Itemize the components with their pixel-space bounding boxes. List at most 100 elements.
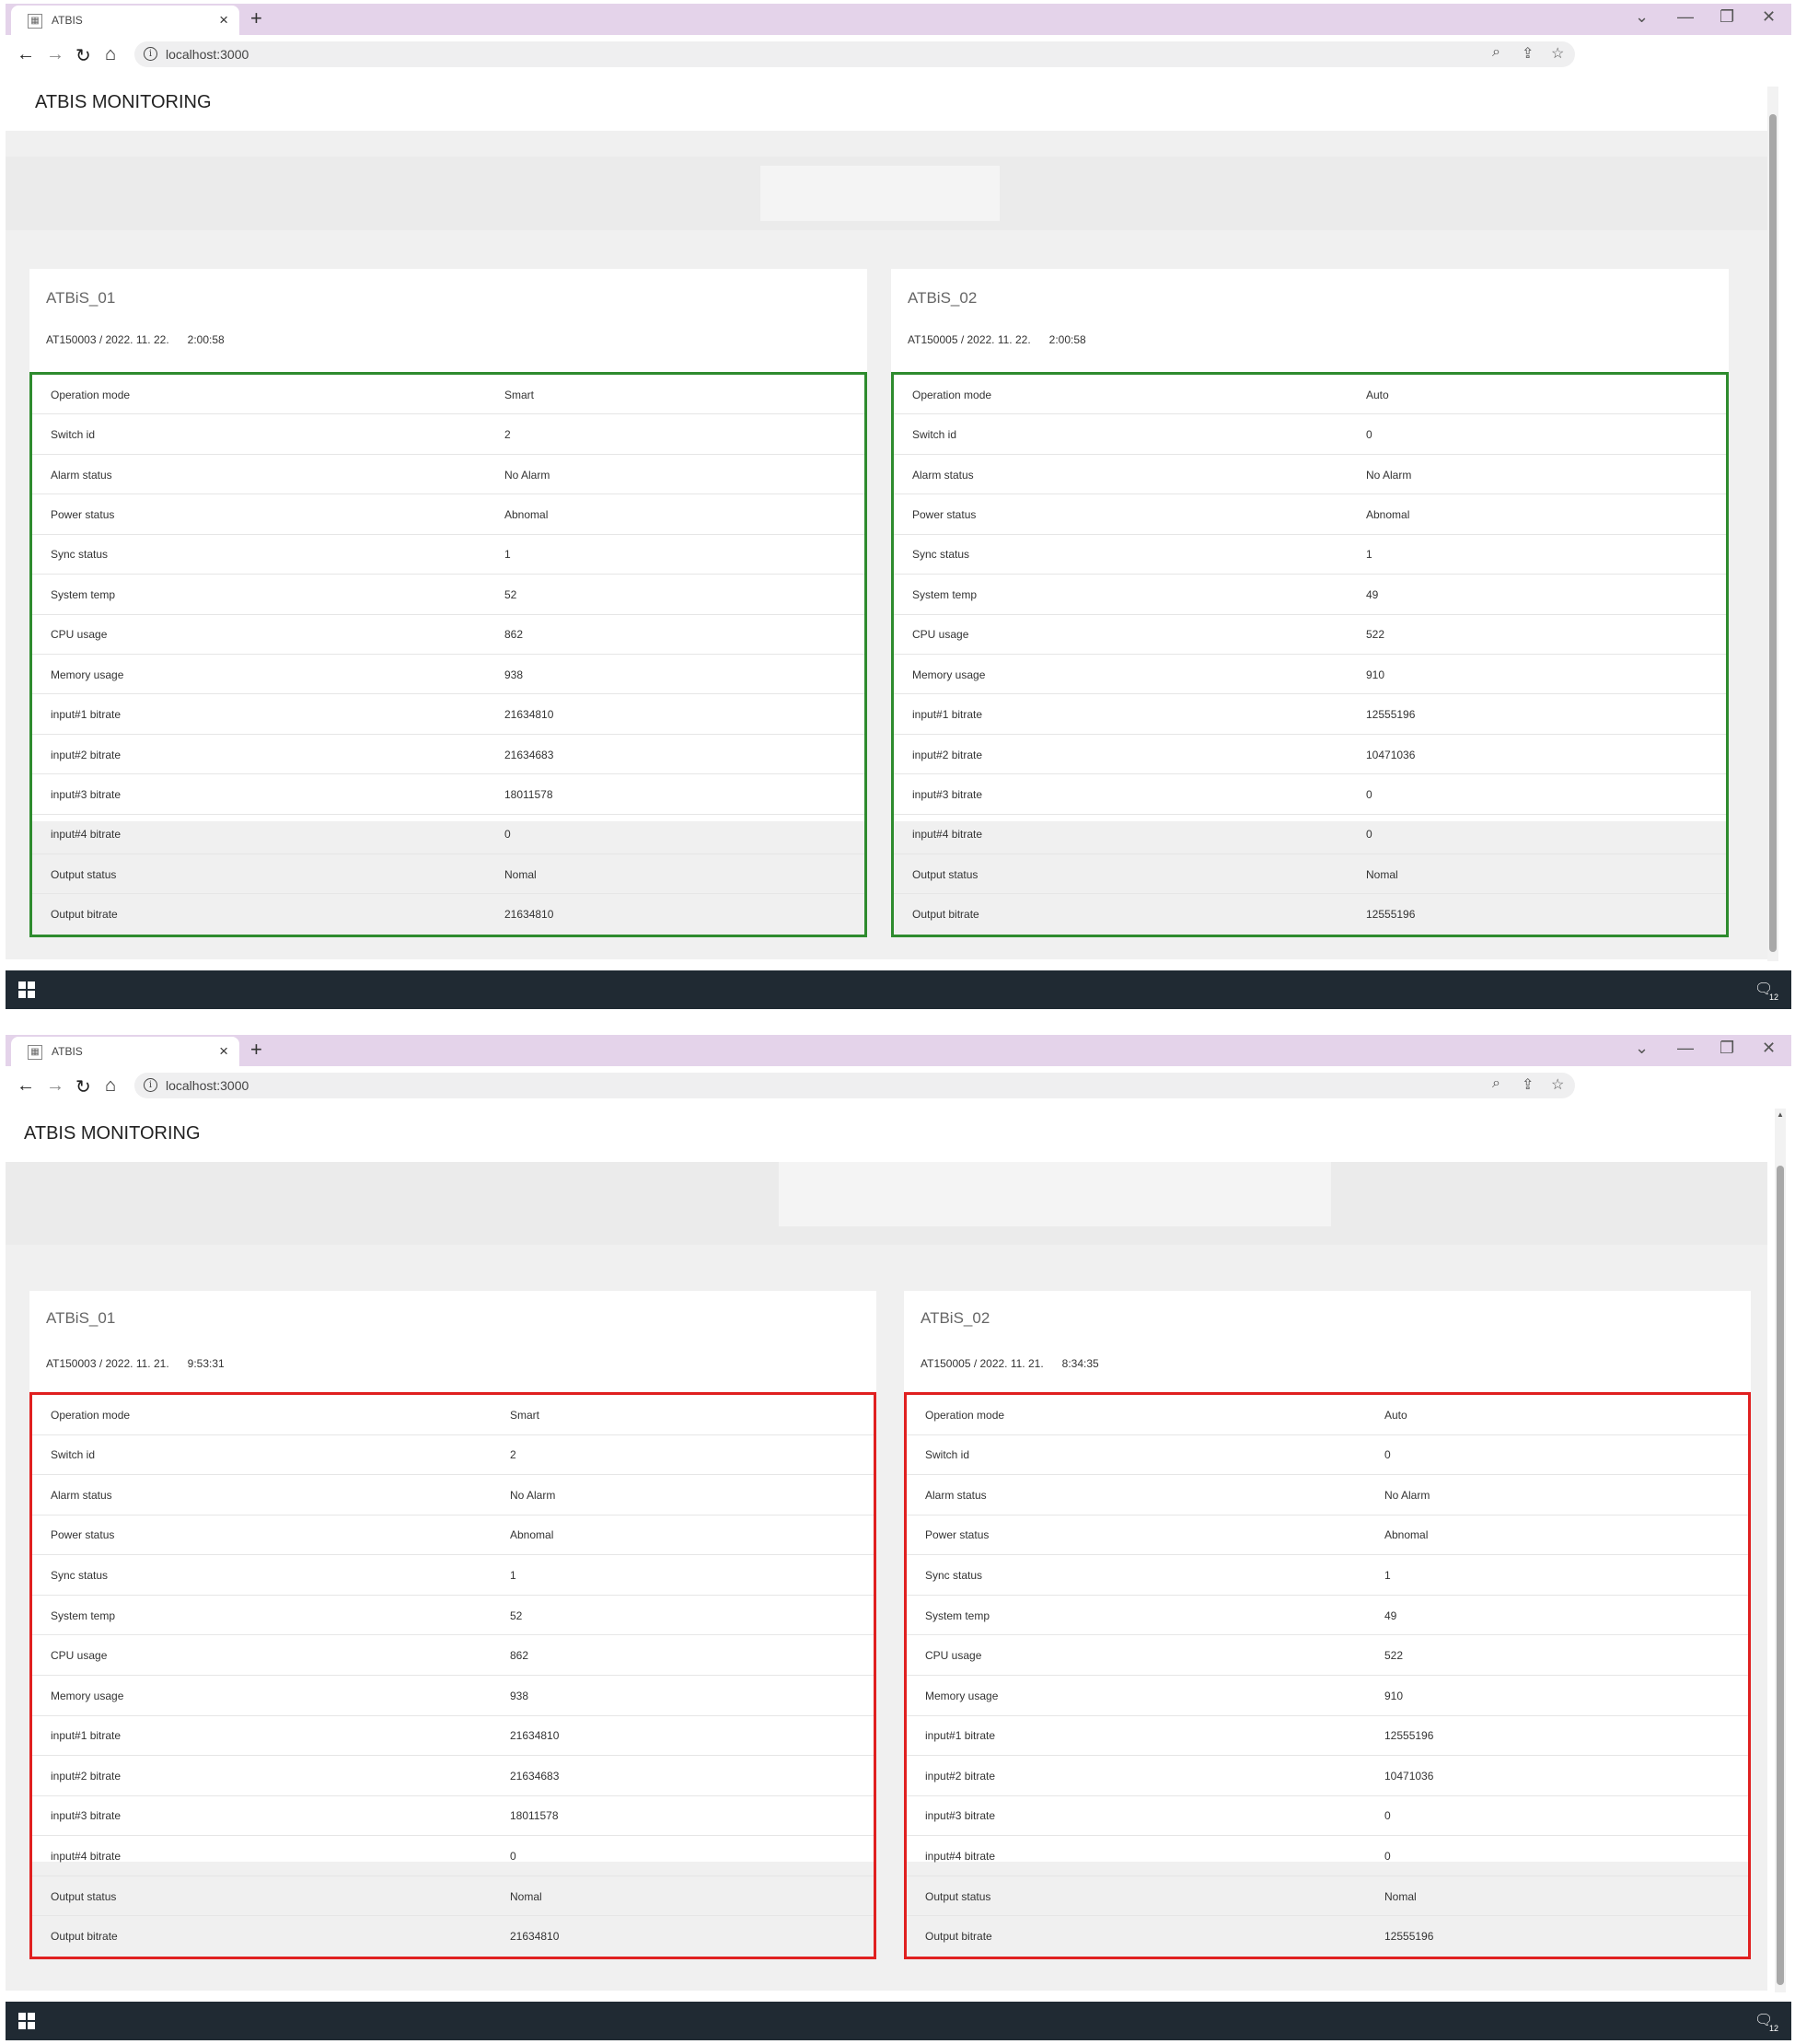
address-bar[interactable]: i localhost:3000 ⌕ ⇪ ☆ — [134, 1073, 1575, 1098]
row-label: Output bitrate — [912, 908, 979, 922]
notification-icon[interactable]: 🗨 12 — [1754, 980, 1778, 1002]
table-row: Operation mode Auto — [907, 1395, 1748, 1435]
restore-button[interactable]: ❐ — [1720, 7, 1734, 27]
page-scrollbar[interactable]: ▲ — [1775, 1109, 1786, 1992]
browser-toolbar: ← → ↻ ⌂ i localhost:3000 ⌕ ⇪ ☆ — [6, 1066, 1791, 1107]
row-value: Smart — [504, 388, 535, 401]
row-value: 12555196 — [1384, 1729, 1434, 1743]
home-button[interactable]: ⌂ — [105, 44, 116, 65]
row-value: 21634683 — [504, 748, 554, 761]
row-label: input#3 bitrate — [51, 1809, 122, 1823]
table-row: Memory usage 938 — [32, 1676, 874, 1716]
forward-button[interactable]: → — [46, 44, 64, 65]
forward-button[interactable]: → — [46, 1075, 64, 1097]
info-icon[interactable]: i — [144, 1078, 157, 1092]
device-subtitle: AT150005 / 2022. 11. 22. 2:00:58 — [908, 333, 1086, 346]
close-tab-icon[interactable]: × — [219, 1042, 228, 1061]
new-tab-button[interactable]: + — [250, 6, 262, 30]
bookmark-star-icon[interactable]: ☆ — [1551, 44, 1564, 63]
table-row: input#4 bitrate 0 — [32, 815, 864, 855]
row-label: Alarm status — [51, 1488, 112, 1502]
tab-search-icon[interactable]: ⌄ — [1635, 7, 1649, 27]
table-row: Operation mode Smart — [32, 375, 864, 415]
row-value: 0 — [504, 828, 511, 842]
row-label: Switch id — [51, 428, 96, 442]
address-bar[interactable]: i localhost:3000 ⌕ ⇪ ☆ — [134, 41, 1575, 67]
row-value: Abnomal — [510, 1528, 554, 1542]
device-subtitle: AT150005 / 2022. 11. 21. 8:34:35 — [921, 1357, 1099, 1370]
url-text[interactable]: localhost:3000 — [166, 1078, 249, 1093]
windows-start-icon[interactable] — [18, 2013, 35, 2029]
banner — [6, 157, 1767, 230]
row-label: System temp — [912, 587, 978, 601]
bookmark-star-icon[interactable]: ☆ — [1551, 1075, 1564, 1094]
row-value: No Alarm — [1366, 468, 1412, 482]
share-icon[interactable]: ⇪ — [1522, 44, 1534, 63]
zoom-icon[interactable]: ⌕ — [1492, 44, 1500, 61]
banner-highlight — [760, 166, 1000, 221]
scroll-up-icon[interactable]: ▲ — [1777, 1110, 1784, 1119]
row-label: Output status — [912, 867, 979, 881]
row-value: 10471036 — [1366, 748, 1416, 761]
row-label: Sync status — [51, 548, 109, 562]
row-value: 1 — [504, 548, 511, 562]
close-window-button[interactable]: ✕ — [1762, 7, 1776, 27]
reload-button[interactable]: ↻ — [75, 44, 91, 67]
row-label: Operation mode — [925, 1408, 1005, 1422]
row-value: Smart — [510, 1408, 540, 1422]
minimize-button[interactable]: — — [1677, 7, 1694, 27]
row-value: 12555196 — [1384, 1930, 1434, 1944]
row-value: 910 — [1384, 1689, 1404, 1702]
browser-tab[interactable]: ▦ ATBIS × — [11, 1037, 239, 1066]
device-subtitle: AT150003 / 2022. 11. 22. 2:00:58 — [46, 333, 225, 346]
browser-toolbar: ← → ↻ ⌂ i localhost:3000 ⌕ ⇪ ☆ — [6, 35, 1791, 75]
new-tab-button[interactable]: + — [250, 1038, 262, 1062]
reload-button[interactable]: ↻ — [75, 1075, 91, 1098]
row-value: 938 — [504, 668, 524, 681]
info-icon[interactable]: i — [144, 47, 157, 61]
page-scrollbar[interactable] — [1767, 87, 1778, 961]
table-row: input#3 bitrate 0 — [894, 774, 1726, 815]
row-label: Alarm status — [912, 468, 974, 482]
screenshot-top: ▦ ATBIS × + ⌄ — ❐ ✕ ← → ↻ ⌂ i localhost:… — [6, 4, 1791, 1009]
row-label: Switch id — [912, 428, 957, 442]
row-value: 0 — [1384, 1849, 1391, 1863]
zoom-icon[interactable]: ⌕ — [1492, 1075, 1500, 1092]
table-row: Output status Nomal — [32, 854, 864, 895]
row-label: Power status — [51, 1528, 115, 1542]
row-label: Memory usage — [925, 1689, 999, 1702]
favicon-icon: ▦ — [28, 1045, 42, 1060]
row-value: 1 — [1366, 548, 1372, 562]
row-value: 21634810 — [504, 708, 554, 722]
close-window-button[interactable]: ✕ — [1762, 1039, 1776, 1058]
dashboard-area: ATBiS_01 AT150003 / 2022. 11. 21. 9:53:3… — [6, 1162, 1767, 1991]
row-label: input#3 bitrate — [51, 787, 122, 801]
row-label: Operation mode — [51, 388, 131, 401]
windows-start-icon[interactable] — [18, 981, 35, 998]
table-row: input#4 bitrate 0 — [894, 815, 1726, 855]
share-icon[interactable]: ⇪ — [1522, 1075, 1534, 1094]
banner — [6, 1162, 1767, 1245]
back-button[interactable]: ← — [17, 44, 35, 65]
close-tab-icon[interactable]: × — [219, 11, 228, 29]
favicon-icon: ▦ — [28, 14, 42, 29]
row-label: input#4 bitrate — [51, 828, 122, 842]
table-row: Alarm status No Alarm — [894, 455, 1726, 495]
tab-bar: ▦ ATBIS × + ⌄ — ❐ ✕ — [6, 4, 1791, 35]
browser-tab[interactable]: ▦ ATBIS × — [11, 6, 239, 35]
row-label: input#1 bitrate — [912, 708, 983, 722]
home-button[interactable]: ⌂ — [105, 1075, 116, 1097]
restore-button[interactable]: ❐ — [1720, 1039, 1734, 1058]
scrollbar-thumb[interactable] — [1777, 1166, 1784, 1985]
minimize-button[interactable]: — — [1677, 1039, 1694, 1058]
notification-icon[interactable]: 🗨 12 — [1754, 2011, 1778, 2033]
table-row: Power status Abnomal — [32, 1516, 874, 1556]
tab-search-icon[interactable]: ⌄ — [1635, 1039, 1649, 1058]
back-button[interactable]: ← — [17, 1075, 35, 1097]
url-text[interactable]: localhost:3000 — [166, 47, 249, 62]
scrollbar-thumb[interactable] — [1769, 114, 1777, 952]
row-label: Memory usage — [912, 668, 986, 681]
table-row: Memory usage 910 — [894, 655, 1726, 695]
table-row: input#3 bitrate 18011578 — [32, 774, 864, 815]
row-label: Sync status — [912, 548, 970, 562]
